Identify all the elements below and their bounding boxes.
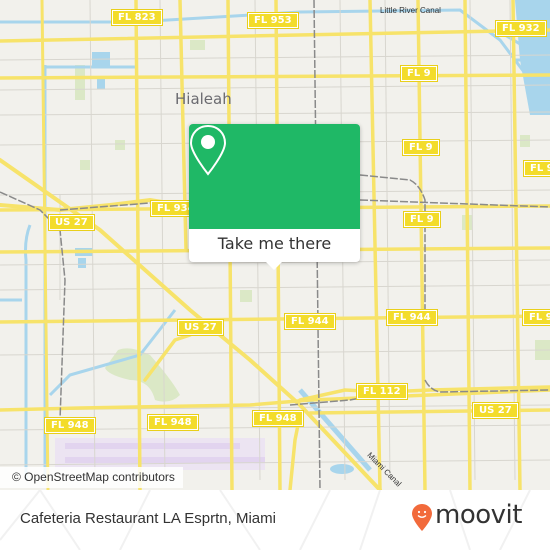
route-shield: US 27 [48, 214, 95, 231]
route-shield: US 27 [177, 319, 224, 336]
lake [330, 464, 354, 474]
route-shield: FL 948 [147, 414, 199, 431]
route-shield: FL 9 [400, 65, 438, 82]
route-shield: FL 948 [252, 410, 304, 427]
moovit-wordmark: moovit [435, 500, 522, 530]
route-shield: FL 9 [402, 139, 440, 156]
route-shield: FL 948 [44, 417, 96, 434]
route-shield: FL 9 [403, 211, 441, 228]
map-view[interactable]: Hialeah Little River Canal Miami Canal F… [0, 0, 550, 490]
location-title: Cafeteria Restaurant LA Esprtn, Miami [20, 510, 276, 527]
road [288, 413, 302, 490]
bay [515, 0, 550, 115]
park-area [190, 40, 205, 50]
popup-header [189, 124, 360, 229]
route-shield: FL 9 [523, 160, 550, 177]
lake [78, 258, 86, 268]
footer-bar: Cafeteria Restaurant LA Esprtn, Miami mo… [0, 490, 550, 550]
location-popup: Take me there [189, 124, 360, 270]
road [368, 0, 382, 490]
park-area [520, 135, 530, 147]
park-area [75, 65, 85, 100]
map-pin-icon [189, 124, 227, 176]
canal [24, 224, 32, 480]
park-area [240, 290, 252, 302]
route-shield: FL 932 [495, 20, 547, 37]
road [463, 0, 472, 490]
route-shield: FL 944 [284, 313, 336, 330]
moovit-pin-icon [412, 504, 432, 531]
waterway-label: Little River Canal [380, 6, 441, 15]
park-area [115, 140, 125, 150]
road [134, 0, 142, 490]
take-me-there-button[interactable]: Take me there [189, 229, 360, 262]
popup-pointer [266, 262, 282, 270]
route-shield: FL 953 [247, 12, 299, 29]
park-area [80, 160, 90, 170]
route-shield: FL 944 [522, 309, 550, 326]
route-shield: FL 944 [386, 309, 438, 326]
route-shield: FL 112 [356, 383, 408, 400]
park-area [105, 348, 180, 402]
route-shield: US 27 [472, 402, 519, 419]
moovit-logo[interactable]: moovit [412, 500, 522, 536]
route-shield: FL 823 [111, 9, 163, 26]
map-attribution[interactable]: © OpenStreetMap contributors [0, 467, 183, 488]
place-label-hialeah: Hialeah [175, 90, 232, 108]
